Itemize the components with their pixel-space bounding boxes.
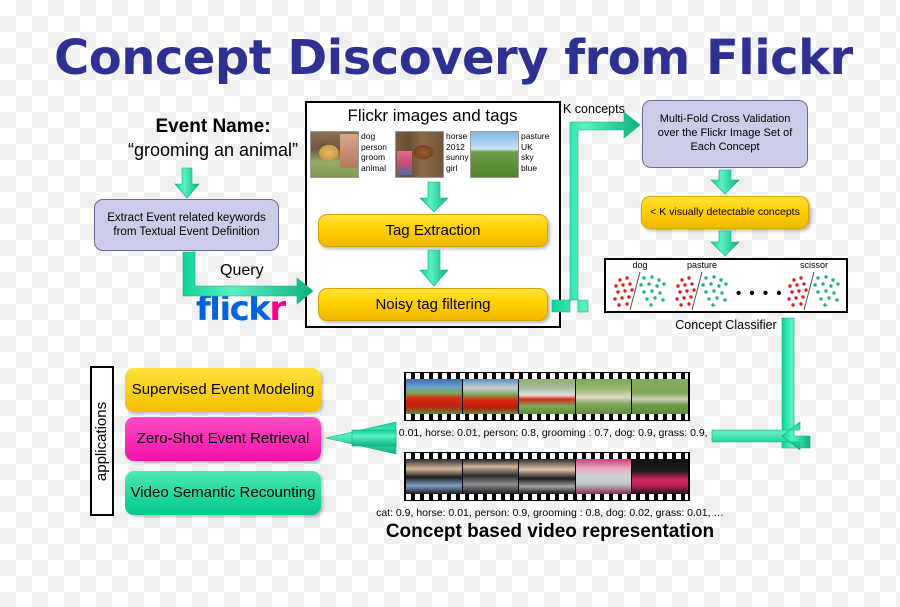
video-frame — [519, 459, 576, 494]
flickr-image-tag-item[interactable]: dog person groom animal — [310, 131, 387, 178]
classifier-scatter-plot — [613, 272, 666, 310]
video-concept-scores: cat: 0.9, horse: 0.01, person: 0.9, groo… — [376, 507, 724, 519]
event-name-value: “grooming an animal” — [127, 140, 299, 160]
video-frame — [575, 459, 633, 494]
concept-classifier-caption: Concept Classifier — [675, 318, 777, 332]
classifier-unit: scissor — [784, 260, 844, 310]
video-frame — [632, 379, 688, 414]
video-frame — [519, 379, 576, 414]
cat-grooming-filmstrip[interactable] — [404, 452, 690, 501]
pasture-field-thumbnail — [470, 131, 519, 178]
tag: sky — [521, 152, 534, 162]
tag: horse — [446, 131, 468, 141]
tag: UK — [521, 141, 533, 152]
k-concepts-label: K concepts — [563, 102, 625, 116]
classifier-label: dog — [632, 260, 648, 270]
flickr-logo: flickr — [196, 289, 286, 329]
multi-fold-cross-validation-box[interactable]: Multi-Fold Cross Validation over the Fli… — [642, 100, 808, 168]
horse-thumbnail — [395, 131, 444, 178]
tag-list: pasture UK sky blue — [519, 131, 549, 173]
tag: girl — [446, 162, 458, 173]
video-frame — [575, 379, 633, 414]
video-concept-scores: cat: 0.01, horse: 0.01, person: 0.8, gro… — [378, 427, 722, 439]
tag: dog — [361, 131, 376, 141]
application-video-semantic-recounting[interactable]: Video Semantic Recounting — [125, 471, 321, 515]
classifier-ellipsis: • • • • — [736, 285, 784, 302]
video-frame — [632, 459, 688, 494]
classifier-scatter-plot — [675, 272, 728, 310]
classifier-unit: pasture — [672, 260, 732, 310]
applications-label-text: applications — [93, 401, 111, 481]
event-name-label: Event Name: — [155, 116, 271, 137]
tag: groom — [361, 152, 386, 162]
video-frame — [462, 379, 520, 414]
tag: pasture — [521, 131, 550, 141]
dog-washing-filmstrip[interactable] — [404, 372, 690, 421]
classifier-label: pasture — [686, 260, 718, 270]
tag: animal — [361, 162, 387, 173]
dog-grooming-thumbnail — [310, 131, 359, 178]
flickr-panel-title: Flickr images and tags — [347, 106, 518, 125]
page-title: Concept Discovery from Flickr — [54, 30, 853, 86]
bottom-section-title: Concept based video representation — [385, 521, 715, 542]
video-frame — [462, 459, 520, 494]
extract-keywords-box[interactable]: Extract Event related keywords from Text… — [94, 199, 279, 251]
application-supervised-event-modeling[interactable]: Supervised Event Modeling — [125, 368, 321, 412]
video-frame — [406, 459, 463, 494]
noisy-tag-filtering-box[interactable]: Noisy tag filtering — [318, 288, 548, 321]
applications-label: applications — [90, 366, 114, 516]
tag-list: horse 2012 sunny girl — [444, 131, 469, 173]
application-zero-shot-event-retrieval[interactable]: Zero-Shot Event Retrieval — [125, 417, 321, 461]
tag: 2012 — [446, 141, 465, 152]
flickr-image-tag-item[interactable]: pasture UK sky blue — [470, 131, 549, 178]
tag: blue — [521, 162, 538, 173]
flickr-logo-pink: r — [269, 289, 286, 329]
tag-extraction-box[interactable]: Tag Extraction — [318, 214, 548, 247]
video-frame — [406, 379, 463, 414]
flickr-logo-blue: flick — [196, 289, 271, 329]
classifier-scatter-plot — [787, 272, 840, 310]
tag: sunny — [446, 152, 469, 162]
flickr-image-tag-item[interactable]: horse 2012 sunny girl — [395, 131, 469, 178]
tag: person — [361, 141, 387, 152]
query-label: Query — [220, 262, 264, 279]
classifier-unit: dog — [610, 260, 670, 310]
tag-list: dog person groom animal — [359, 131, 387, 173]
classifier-label: scissor — [799, 260, 828, 270]
k-visually-detectable-concepts-box[interactable]: < K visually detectable concepts — [641, 196, 809, 229]
